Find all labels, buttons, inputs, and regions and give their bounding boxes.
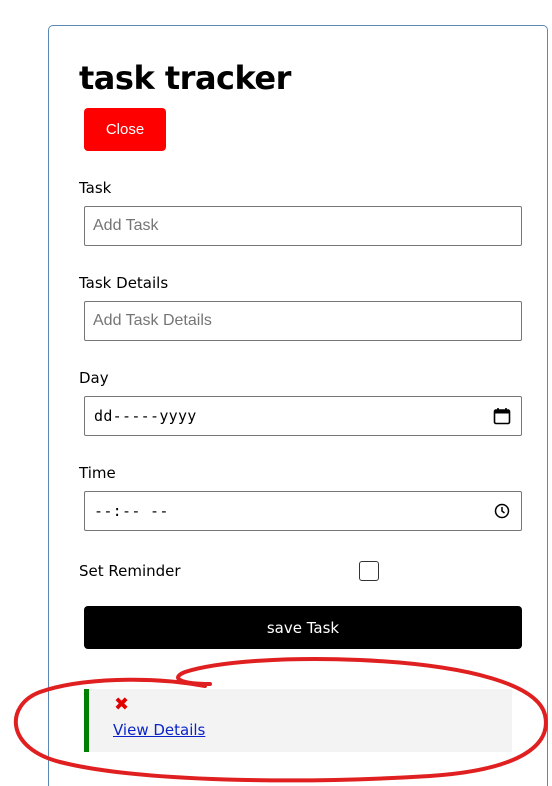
close-button[interactable]: Close	[84, 108, 166, 151]
day-date-input[interactable]: dd-----yyyy	[84, 396, 522, 436]
time-input[interactable]: --:-- --	[84, 491, 522, 531]
task-details-input[interactable]	[84, 301, 522, 341]
task-label: Task	[79, 179, 112, 197]
page: task tracker Close Task Task Details Day…	[0, 0, 552, 786]
day-label: Day	[79, 369, 109, 387]
save-task-button[interactable]: save Task	[84, 606, 522, 649]
delete-task-icon[interactable]: ✖	[114, 696, 129, 714]
time-value: --:-- --	[94, 502, 169, 520]
page-title: task tracker	[79, 59, 291, 97]
time-label: Time	[79, 464, 116, 482]
day-date-value: dd-----yyyy	[94, 407, 197, 425]
task-input[interactable]	[84, 206, 522, 246]
calendar-icon[interactable]	[492, 406, 512, 426]
clock-icon[interactable]	[492, 501, 512, 521]
set-reminder-label: Set Reminder	[79, 562, 181, 580]
task-item: ✖ View Details	[84, 689, 512, 752]
view-details-link[interactable]: View Details	[113, 721, 205, 739]
set-reminder-checkbox[interactable]	[359, 561, 379, 581]
task-details-label: Task Details	[79, 274, 169, 292]
